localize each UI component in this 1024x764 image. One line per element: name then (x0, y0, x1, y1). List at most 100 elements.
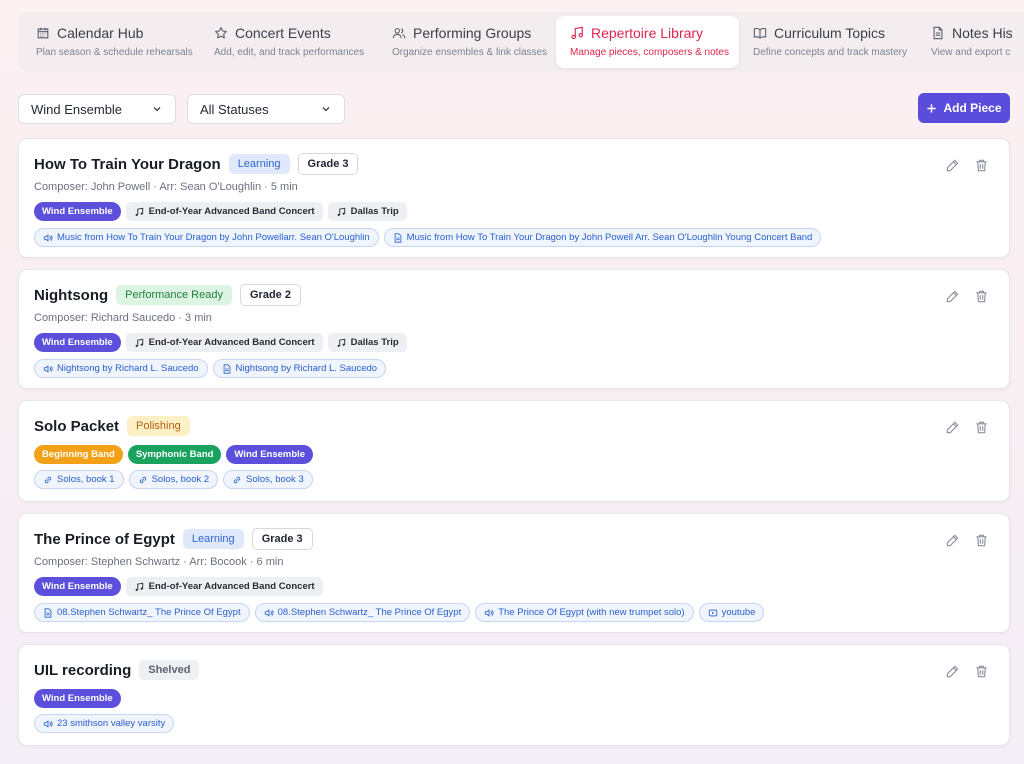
resource-link[interactable]: Nightsong by Richard L. Saucedo (34, 359, 208, 378)
calendar-icon (37, 27, 49, 39)
tab-label: Concert Events (235, 25, 331, 41)
event-tag: End-of-Year Advanced Band Concert (125, 577, 323, 596)
resource-link[interactable]: Solos, book 1 (34, 470, 124, 489)
video-icon (708, 609, 717, 616)
resource-link[interactable]: Solos, book 3 (223, 470, 313, 489)
piece-card: Nightsong Performance Ready Grade 2 Comp… (18, 269, 1010, 389)
status-badge: Polishing (127, 416, 190, 436)
piece-meta: Composer: Stephen Schwartz · Arr: Bocook… (34, 556, 284, 568)
resource-link[interactable]: 08.Stephen Schwartz_ The Prince Of Egypt (254, 603, 471, 622)
piece-card: Solo Packet Polishing Beginning Band Sym… (18, 400, 1010, 502)
event-tag-label: End-of-Year Advanced Band Concert (148, 337, 315, 348)
resource-link-label: Nightsong by Richard L. Saucedo (57, 363, 199, 374)
music-note-icon (337, 338, 345, 347)
resource-link[interactable]: Music from How To Train Your Dragon by J… (34, 228, 379, 247)
piece-card: UIL recording Shelved Wind Ensemble 23 s… (18, 644, 1010, 746)
piece-card: How To Train Your Dragon Learning Grade … (18, 138, 1010, 258)
grade-badge: Grade 2 (239, 284, 301, 306)
group-tag: Symphonic Band (127, 445, 222, 464)
resource-link-label: Solos, book 3 (246, 474, 304, 485)
edit-pencil-icon[interactable] (945, 289, 960, 304)
edit-pencil-icon[interactable] (945, 158, 960, 173)
music-note-icon (135, 338, 143, 347)
event-tag-label: Dallas Trip (350, 206, 399, 217)
piece-title: The Prince of Egypt (34, 530, 175, 548)
resource-link-label: 08.Stephen Schwartz_ The Prince Of Egypt (57, 607, 241, 618)
status-filter-select[interactable]: All Statuses (187, 94, 345, 124)
plus-icon (927, 103, 937, 113)
resource-link[interactable]: Nightsong by Richard L. Saucedo (212, 359, 387, 378)
edit-pencil-icon[interactable] (945, 533, 960, 548)
chevron-down-icon (153, 107, 161, 112)
resource-link-label: 23 smithson valley varsity (57, 718, 166, 729)
status-badge: Shelved (139, 660, 200, 680)
delete-trash-icon[interactable] (974, 664, 989, 679)
edit-pencil-icon[interactable] (945, 420, 960, 435)
tab-performing-groups[interactable]: Performing Groups Organize ensembles & l… (378, 16, 556, 68)
music-note-icon (135, 207, 143, 216)
tab-description: Organize ensembles & link classes (392, 47, 548, 58)
group-tag: Wind Ensemble (226, 445, 314, 464)
tab-description: Plan season & schedule rehearsals (36, 47, 193, 58)
resource-link-label: 08.Stephen Schwartz_ The Prince Of Egypt (277, 607, 462, 618)
piece-title: How To Train Your Dragon (34, 155, 221, 173)
resource-link[interactable]: youtube (698, 603, 765, 622)
status-filter-value: All Statuses (200, 101, 269, 117)
resource-link[interactable]: Solos, book 2 (128, 470, 219, 489)
event-tag-label: Dallas Trip (350, 337, 399, 348)
event-tag: End-of-Year Advanced Band Concert (125, 333, 323, 352)
resource-link[interactable]: The Prince Of Egypt (with new trumpet so… (475, 603, 694, 622)
tab-label: Performing Groups (413, 25, 532, 41)
event-tag-label: End-of-Year Advanced Band Concert (148, 206, 315, 217)
tab-description: View and export c (931, 47, 1011, 58)
audio-icon (485, 608, 494, 617)
add-piece-button[interactable]: Add Piece (918, 93, 1010, 123)
resource-link-label: Solos, book 2 (151, 474, 210, 485)
tab-label: Notes His (952, 25, 1013, 41)
tab-calendar-hub[interactable]: Calendar Hub Plan season & schedule rehe… (22, 16, 200, 68)
tab-repertoire-library[interactable]: Repertoire Library Manage pieces, compos… (556, 16, 739, 68)
resource-link[interactable]: Music from How To Train Your Dragon by J… (383, 228, 822, 247)
piece-meta: Composer: John Powell · Arr: Sean O'Loug… (34, 181, 298, 193)
audio-icon (43, 364, 53, 373)
resource-link-label: Solos, book 1 (57, 474, 115, 485)
group-tag: Wind Ensemble (34, 333, 121, 352)
resource-link[interactable]: 23 smithson valley varsity (34, 714, 175, 733)
group-tag: Wind Ensemble (34, 689, 121, 708)
tab-notes-history[interactable]: Notes His View and export c (917, 16, 1024, 68)
resource-link-label: Nightsong by Richard L. Saucedo (235, 363, 378, 374)
resource-link[interactable]: 08.Stephen Schwartz_ The Prince Of Egypt (34, 603, 250, 622)
piece-title: UIL recording (34, 661, 132, 679)
tab-concert-events[interactable]: Concert Events Add, edit, and track perf… (200, 16, 378, 68)
status-badge: Learning (228, 154, 290, 174)
delete-trash-icon[interactable] (974, 420, 989, 435)
status-badge: Learning (182, 529, 244, 549)
music-note-icon (571, 26, 583, 40)
audio-icon (43, 719, 53, 728)
tab-description: Manage pieces, composers & notes (570, 47, 729, 58)
tab-curriculum-topics[interactable]: Curriculum Topics Define concepts and tr… (739, 16, 917, 68)
add-piece-label: Add Piece (943, 101, 1002, 115)
group-tag: Wind Ensemble (34, 577, 121, 596)
event-tag: Dallas Trip (327, 202, 407, 221)
status-badge: Performance Ready (116, 285, 232, 305)
delete-trash-icon[interactable] (974, 158, 989, 173)
link-icon (139, 476, 146, 483)
event-tag: Dallas Trip (327, 333, 407, 352)
tab-description: Add, edit, and track performances (214, 47, 365, 58)
resource-link-label: Music from How To Train Your Dragon by J… (57, 232, 370, 243)
music-note-icon (135, 582, 143, 591)
tab-label: Calendar Hub (57, 25, 144, 41)
section-tabs: Calendar Hub Plan season & schedule rehe… (18, 12, 1024, 72)
chevron-down-icon (322, 107, 330, 112)
delete-trash-icon[interactable] (974, 289, 989, 304)
delete-trash-icon[interactable] (974, 533, 989, 548)
document-icon (394, 232, 402, 243)
edit-pencil-icon[interactable] (945, 664, 960, 679)
ensemble-filter-value: Wind Ensemble (31, 101, 123, 117)
grade-badge: Grade 3 (297, 153, 359, 175)
document-icon (933, 26, 943, 40)
ensemble-filter-select[interactable]: Wind Ensemble (18, 94, 176, 124)
tab-description: Define concepts and track mastery (753, 47, 907, 58)
resource-link-label: youtube (721, 607, 756, 618)
